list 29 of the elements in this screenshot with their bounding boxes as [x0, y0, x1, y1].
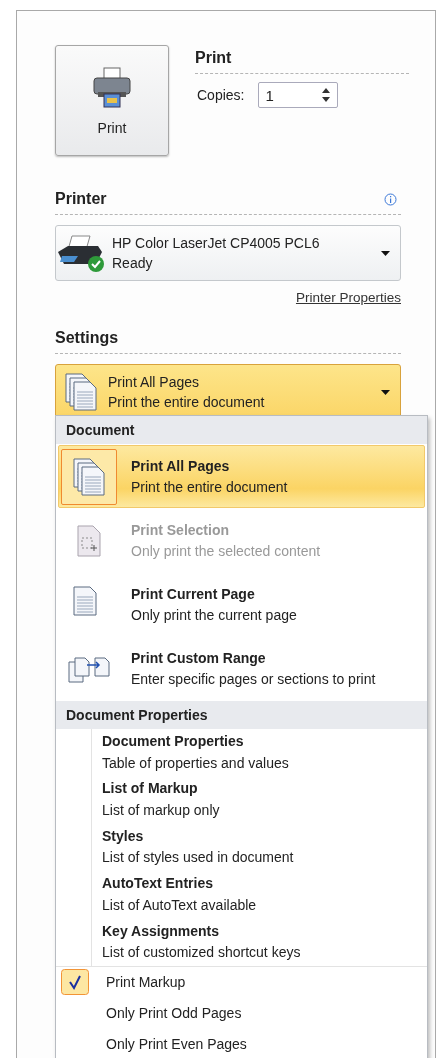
menu-item[interactable]: List of Markup List of markup only [92, 776, 427, 824]
menu-item[interactable]: Document Properties Table of properties and values [92, 729, 427, 777]
section-heading: Printer [55, 190, 107, 208]
menu-item[interactable]: Only Print Odd Pages [56, 997, 427, 1029]
menu-item[interactable]: AutoText Entries List of AutoText available [92, 871, 427, 919]
selection-page-icon [76, 523, 102, 558]
info-icon[interactable] [384, 192, 397, 206]
menu-item[interactable]: Print Custom Range Enter specific pages or sections to print [58, 637, 425, 700]
print-button[interactable]: Print [55, 45, 169, 156]
copies-field[interactable]: 1 [258, 82, 339, 108]
printer-icon [91, 65, 133, 110]
menu-section-heading: Document Properties [56, 701, 427, 729]
section-heading: Print [195, 49, 409, 74]
pages-icon [72, 456, 106, 497]
menu-item[interactable]: Styles List of styles used in document [92, 823, 427, 872]
menu-item[interactable]: Print Markup [56, 966, 427, 998]
caret-icon [381, 250, 390, 256]
menu-item[interactable]: Key Assignments List of customized shortcut keys [92, 918, 427, 966]
menu-item[interactable]: Print All Pages Print the entire document [58, 445, 425, 508]
printer-properties-link[interactable]: Printer Properties [295, 290, 401, 305]
spinner-arrows-icon[interactable] [321, 86, 332, 104]
pages-icon [64, 372, 98, 412]
menu-item[interactable]: Only Print Even Pages [56, 1028, 427, 1058]
caret-icon [381, 389, 390, 395]
menu-section-heading: Document [56, 416, 427, 444]
section-heading: Settings [55, 329, 119, 347]
copies-label: Copies: [197, 87, 245, 103]
menu-item[interactable]: Print Current Page Only print the current page [58, 573, 425, 636]
printer-dropdown[interactable]: HP Color LaserJet CP4005 PCL6 Ready [55, 225, 401, 281]
